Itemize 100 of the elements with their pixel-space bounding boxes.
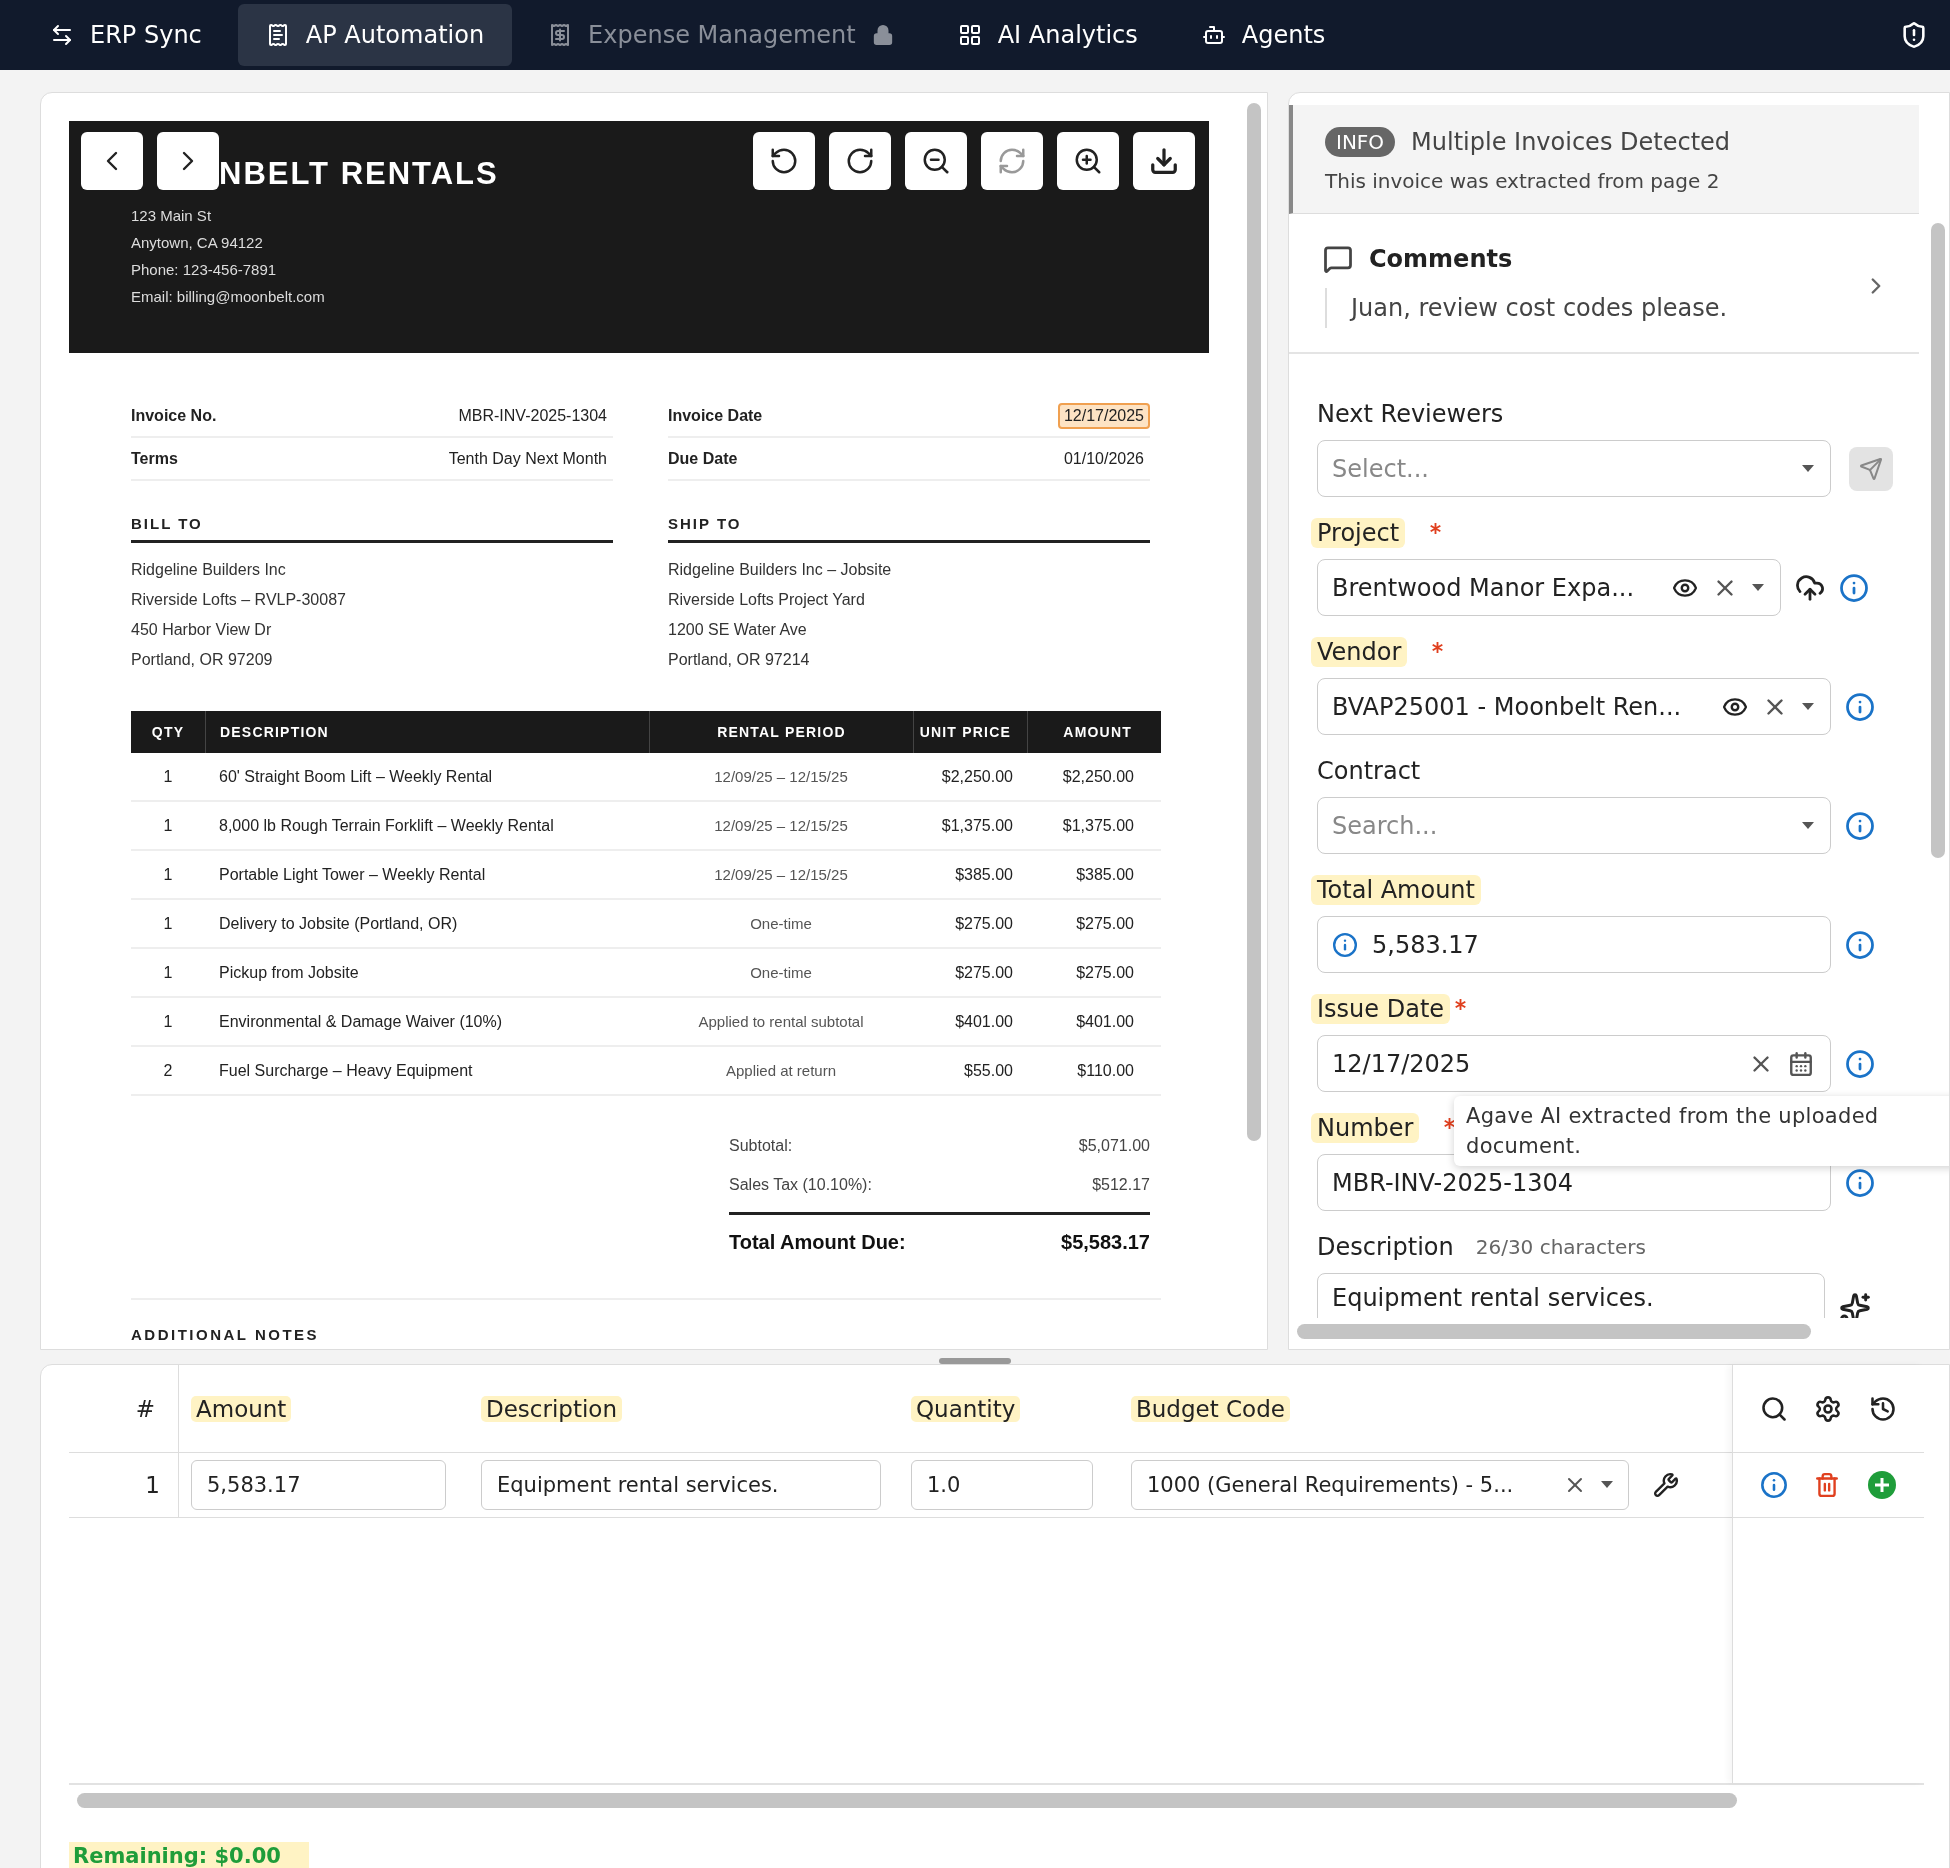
table-cell: Environmental & Damage Waiver (10%) <box>219 1012 503 1031</box>
nav-tab[interactable]: AI Analytics <box>929 4 1166 66</box>
rotate-right-button[interactable] <box>829 132 891 190</box>
table-cell: 1 <box>163 963 173 982</box>
refresh-button[interactable] <box>981 132 1043 190</box>
address-line: Email: billing@moonbelt.com <box>131 287 326 307</box>
sparkle-icon[interactable] <box>1839 1292 1871 1318</box>
rotate-left-button[interactable] <box>753 132 815 190</box>
zoom-in-button[interactable] <box>1057 132 1119 190</box>
input-field[interactable]: 5,583.17 <box>1317 916 1831 973</box>
scrollbar-thumb[interactable] <box>77 1793 1737 1808</box>
nav-tab[interactable]: Agents <box>1173 4 1354 66</box>
cloud-sync-icon[interactable] <box>1795 572 1825 603</box>
section-heading: ADDITIONAL NOTES <box>131 1326 321 1343</box>
date-field[interactable]: 12/17/2025 <box>1317 1035 1831 1092</box>
select-field[interactable]: Search... <box>1317 797 1831 854</box>
comment-text: Juan, review cost codes please. <box>1325 288 1863 328</box>
calendar-icon[interactable] <box>1788 1050 1814 1077</box>
budget-code-select[interactable]: 1000 (General Requirements) - 5... <box>1131 1460 1629 1510</box>
info-icon[interactable] <box>1845 810 1875 841</box>
select-field[interactable]: Brentwood Manor Expa... <box>1317 559 1781 616</box>
caret-icon[interactable] <box>1802 464 1814 473</box>
shield-icon[interactable] <box>1900 21 1928 49</box>
address-line: Portland, OR 97214 <box>668 650 811 670</box>
column-header: Budget Code <box>1131 1395 1290 1422</box>
table-cell: Delivery to Jobsite (Portland, OR) <box>219 914 458 933</box>
history-icon[interactable] <box>1868 1394 1897 1423</box>
info-icon[interactable] <box>1845 691 1875 722</box>
scrollbar-thumb[interactable] <box>1247 103 1261 1141</box>
send-icon <box>1859 456 1883 481</box>
address-line: Phone: 123-456-7891 <box>131 260 278 280</box>
select-field[interactable]: BVAP25001 - Moonbelt Ren... <box>1317 678 1831 735</box>
column-header: Amount <box>191 1395 292 1422</box>
caret-icon[interactable] <box>1802 702 1814 711</box>
address-line: 123 Main St <box>131 206 213 226</box>
zoom-out-icon <box>921 146 951 176</box>
zoom-out-button[interactable] <box>905 132 967 190</box>
next-button[interactable] <box>157 132 219 190</box>
send-button[interactable] <box>1849 446 1893 491</box>
trash-icon[interactable] <box>1814 1472 1841 1498</box>
meta-value: 01/10/2026 <box>1062 448 1145 469</box>
info-icon[interactable] <box>1760 1471 1789 1499</box>
table-cell: $275.00 <box>1076 963 1134 982</box>
address-line: Riverside Lofts Project Yard <box>668 590 866 610</box>
total-label: Sales Tax (10.10%): <box>729 1175 872 1194</box>
tab-icon <box>957 23 982 47</box>
tab-icon <box>1201 23 1226 47</box>
section-heading: SHIP TO <box>668 515 1150 543</box>
character-counter: 26/30 characters <box>1475 1235 1646 1259</box>
field-label: Issue Date <box>1311 994 1451 1024</box>
table-cell: $275.00 <box>955 963 1013 982</box>
field-label: Description <box>1316 1232 1455 1262</box>
company-name: NBELT RENTALS <box>219 156 499 192</box>
address-line: 450 Harbor View Dr <box>131 620 273 640</box>
column-header: AMOUNT <box>1063 724 1132 740</box>
wrench-icon[interactable] <box>1653 1472 1679 1498</box>
table-cell: $385.00 <box>955 865 1013 884</box>
nav-tab[interactable]: AP Automation <box>237 4 513 66</box>
meta-label: Invoice No. <box>131 406 217 425</box>
zoom-in-icon <box>1073 146 1103 176</box>
table-cell: 8,000 lb Rough Terrain Forklift – Weekly Rental <box>219 816 554 835</box>
table-cell: $110.00 <box>1077 1061 1134 1080</box>
table-cell: $1,375.00 <box>941 816 1013 835</box>
description-field[interactable]: Equipment rental services. <box>481 1460 881 1510</box>
info-icon <box>1332 931 1358 958</box>
table-cell: One-time <box>750 915 812 932</box>
column-header: Quantity <box>911 1395 1021 1422</box>
info-icon[interactable] <box>1845 929 1875 960</box>
nav-tab[interactable]: ERP Sync <box>22 4 230 66</box>
previous-button[interactable] <box>81 132 143 190</box>
info-icon[interactable] <box>1845 1167 1875 1198</box>
address-line: Portland, OR 97209 <box>131 650 274 670</box>
caret-icon[interactable] <box>1601 1481 1613 1489</box>
total-value: $5,583.17 <box>1061 1231 1150 1254</box>
table-cell: Pickup from Jobsite <box>219 963 359 982</box>
info-icon[interactable] <box>1845 1048 1875 1079</box>
total-label: Subtotal: <box>729 1136 793 1155</box>
download-button[interactable] <box>1133 132 1195 190</box>
address-line: Ridgeline Builders Inc <box>131 560 287 580</box>
total-value: $5,071.00 <box>1078 1136 1150 1155</box>
add-icon[interactable] <box>1866 1470 1897 1500</box>
search-icon[interactable] <box>1760 1394 1789 1423</box>
address-line: Anytown, CA 94122 <box>131 233 264 253</box>
caret-icon[interactable] <box>1802 821 1814 830</box>
table-cell: Portable Light Tower – Weekly Rental <box>219 865 486 884</box>
quantity-field[interactable]: 1.0 <box>911 1460 1093 1510</box>
table-cell: 1 <box>163 1012 173 1031</box>
table-cell: $401.00 <box>955 1012 1013 1031</box>
table-cell: $275.00 <box>955 914 1013 933</box>
input-field[interactable]: Equipment rental services. <box>1317 1273 1825 1318</box>
caret-icon[interactable] <box>1752 583 1764 592</box>
amount-field[interactable]: 5,583.17 <box>191 1460 446 1510</box>
select-field[interactable]: Select... <box>1317 440 1831 497</box>
meta-label: Invoice Date <box>668 406 763 425</box>
scrollbar-thumb[interactable] <box>1931 223 1945 858</box>
resize-handle[interactable] <box>939 1358 1011 1364</box>
meta-value: MBR-INV-2025-1304 <box>457 405 608 426</box>
settings-icon[interactable] <box>1814 1394 1843 1423</box>
info-icon[interactable] <box>1839 572 1869 603</box>
scrollbar-thumb[interactable] <box>1297 1324 1811 1339</box>
